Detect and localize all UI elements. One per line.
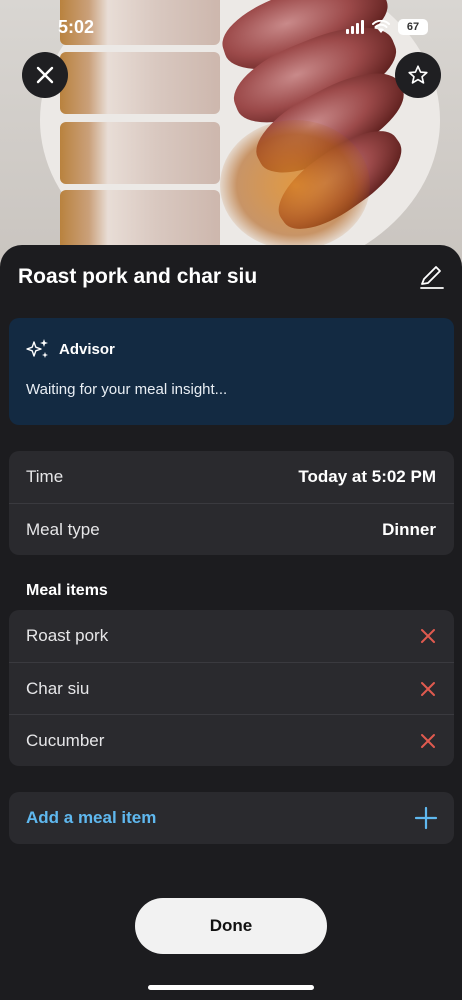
pencil-icon — [420, 266, 444, 289]
meal-title: Roast pork and char siu — [18, 265, 258, 288]
meal-type-value: Dinner — [382, 519, 436, 539]
list-item[interactable]: Cucumber — [9, 714, 454, 766]
meal-detail-sheet: Roast pork and char siu Advisor Waiting … — [0, 245, 462, 1000]
close-button[interactable] — [22, 52, 68, 98]
status-time: 5:02 — [58, 17, 95, 37]
time-value: Today at 5:02 PM — [298, 467, 436, 486]
battery-icon: 67 — [398, 19, 428, 35]
list-item[interactable]: Roast pork — [9, 610, 454, 662]
remove-x-icon[interactable] — [420, 681, 436, 697]
sauce — [220, 120, 370, 250]
meal-item-label: Roast pork — [26, 626, 109, 645]
add-meal-item-button[interactable]: Add a meal item — [9, 792, 454, 844]
meal-item-label: Char siu — [26, 678, 90, 698]
plus-icon — [414, 806, 438, 830]
list-item[interactable]: Char siu — [9, 662, 454, 714]
favorite-button[interactable] — [395, 52, 441, 98]
advisor-header: Advisor — [25, 338, 115, 360]
done-button[interactable]: Done — [135, 898, 327, 954]
add-meal-item-label: Add a meal item — [26, 808, 157, 827]
close-icon — [36, 66, 54, 84]
star-icon — [408, 65, 428, 84]
sparkles-icon — [26, 339, 48, 358]
cellular-signal-icon — [346, 20, 364, 34]
advisor-message: Waiting for your meal insight... — [26, 381, 228, 398]
edit-button[interactable] — [418, 263, 446, 291]
status-bar: 5:02 67 — [0, 14, 462, 42]
remove-x-icon[interactable] — [420, 628, 436, 644]
wifi-icon — [372, 20, 390, 33]
meal-type-label: Meal type — [26, 519, 100, 539]
status-icons: 67 — [346, 19, 428, 35]
advisor-card: Advisor Waiting for your meal insight... — [9, 318, 454, 425]
meal-type-row[interactable]: Meal type Dinner — [9, 503, 454, 555]
meal-item-label: Cucumber — [26, 730, 105, 750]
home-indicator[interactable] — [148, 985, 314, 990]
meal-details-card: Time Today at 5:02 PM Meal type Dinner — [9, 451, 454, 555]
time-row[interactable]: Time Today at 5:02 PM — [9, 451, 454, 503]
remove-x-icon[interactable] — [420, 733, 436, 749]
meal-items-list: Roast pork Char siu Cucumber — [9, 610, 454, 766]
advisor-label: Advisor — [59, 340, 115, 358]
time-label: Time — [26, 467, 64, 486]
meal-items-heading: Meal items — [26, 582, 108, 599]
